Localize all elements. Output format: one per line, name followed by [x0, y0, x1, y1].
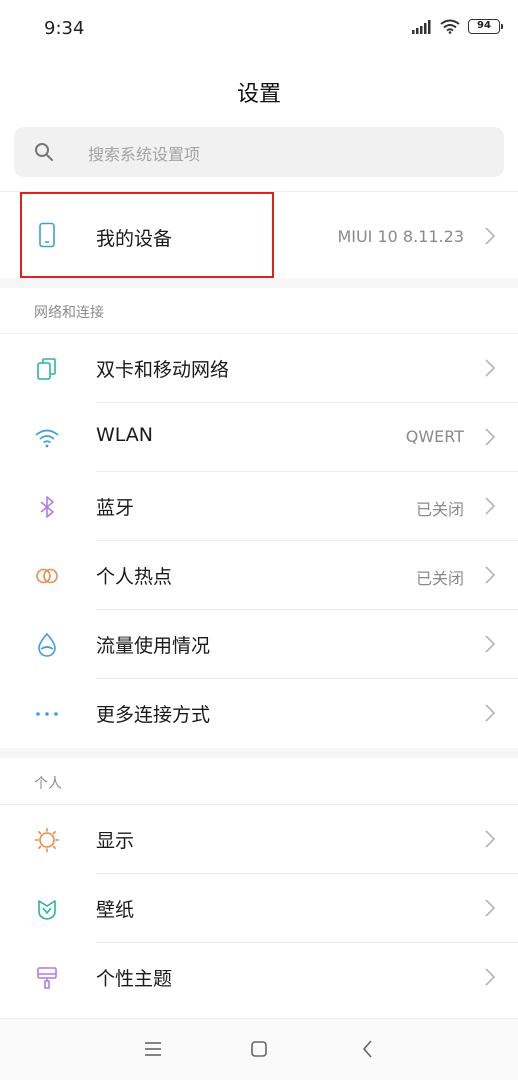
- setting-item-wallpaper[interactable]: 壁纸: [0, 874, 518, 943]
- chevron-right-icon: [485, 227, 496, 245]
- chevron-right-icon: [485, 635, 496, 653]
- more-connections-icon: [36, 712, 58, 716]
- setting-label: 流量使用情况: [96, 635, 211, 657]
- setting-label: WLAN: [96, 424, 154, 446]
- chevron-right-icon: [485, 428, 496, 446]
- page-title: 设置: [236, 82, 281, 107]
- home-icon[interactable]: [247, 1037, 271, 1061]
- setting-label: 更多连接方式: [96, 704, 211, 726]
- search-placeholder: 搜索系统设置项: [88, 145, 201, 164]
- setting-item-themes[interactable]: 个性主题: [0, 943, 518, 1012]
- setting-label: 个性主题: [96, 968, 173, 990]
- chevron-right-icon: [485, 830, 496, 848]
- setting-item-wlan[interactable]: WLAN QWERT: [0, 403, 518, 472]
- my-device-version: MIUI 10 8.11.23: [337, 227, 464, 246]
- section-gap: [0, 748, 518, 758]
- setting-item-dual-sim[interactable]: 双卡和移动网络: [0, 334, 518, 403]
- setting-item-more-connections[interactable]: 更多连接方式: [0, 679, 518, 748]
- highlight-box: [20, 192, 274, 278]
- setting-item-display[interactable]: 显示: [0, 805, 518, 874]
- setting-label: 个人热点: [96, 566, 173, 588]
- wifi-icon: [35, 429, 59, 448]
- status-time: 9:34: [44, 18, 85, 39]
- navigation-bar: [0, 1018, 518, 1080]
- signal-icon: [412, 19, 431, 34]
- setting-item-bluetooth[interactable]: 蓝牙 已关闭: [0, 472, 518, 541]
- setting-value: QWERT: [405, 427, 464, 446]
- chevron-right-icon: [485, 566, 496, 584]
- setting-label: 蓝牙: [96, 497, 135, 519]
- setting-label: 显示: [96, 830, 135, 852]
- chevron-right-icon: [485, 359, 496, 377]
- section-header-network: 网络和连接: [34, 305, 104, 321]
- setting-item-data-usage[interactable]: 流量使用情况: [0, 610, 518, 679]
- chevron-right-icon: [485, 968, 496, 986]
- search-input[interactable]: 搜索系统设置项: [14, 127, 504, 177]
- chevron-right-icon: [485, 497, 496, 515]
- dual-sim-icon: [37, 358, 56, 380]
- search-icon: [35, 143, 53, 161]
- wifi-status-icon: [440, 19, 460, 34]
- chevron-right-icon: [485, 899, 496, 917]
- status-icons: 94: [412, 19, 503, 34]
- bluetooth-icon: [40, 496, 54, 518]
- setting-item-hotspot[interactable]: 个人热点 已关闭: [0, 541, 518, 610]
- data-usage-icon: [38, 632, 56, 657]
- display-icon: [34, 827, 60, 853]
- hotspot-icon: [36, 568, 58, 584]
- themes-icon: [37, 967, 57, 989]
- chevron-right-icon: [485, 704, 496, 722]
- setting-label: 双卡和移动网络: [96, 359, 230, 381]
- section-gap: [0, 278, 518, 288]
- back-icon[interactable]: [356, 1037, 380, 1061]
- menu-icon[interactable]: [141, 1037, 165, 1061]
- setting-value: 已关闭: [415, 569, 464, 588]
- setting-label: 壁纸: [96, 899, 135, 921]
- wallpaper-icon: [38, 900, 56, 920]
- section-header-personal: 个人: [34, 776, 62, 792]
- battery-icon: 94: [468, 19, 503, 34]
- status-bar: 9:34 94: [0, 0, 518, 58]
- setting-value: 已关闭: [415, 500, 464, 519]
